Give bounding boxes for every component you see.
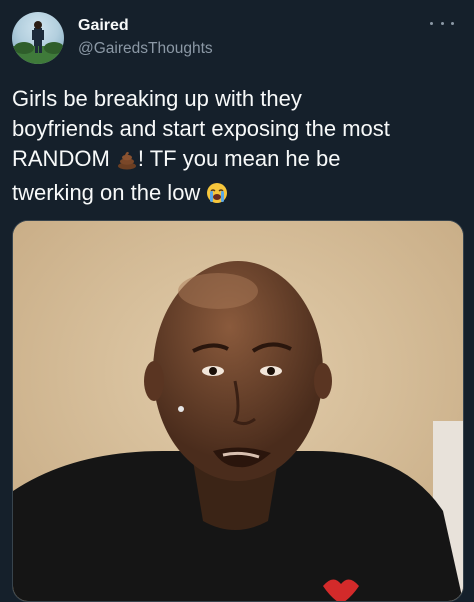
avatar[interactable] — [12, 12, 64, 64]
tweet-text: Girls be breaking up with they boyfriend… — [12, 84, 464, 212]
tweet-card: Gaired @GairedsThoughts Girls be breakin… — [0, 0, 474, 602]
loudly-crying-face-icon — [206, 182, 228, 212]
pile-of-poo-icon — [116, 148, 138, 178]
author-names: Gaired @GairedsThoughts — [78, 16, 213, 60]
tweet-line-2: boyfriends and start exposing the most — [12, 116, 390, 141]
user-handle[interactable]: @GairedsThoughts — [78, 38, 213, 60]
tweet-line-3a: RANDOM — [12, 146, 116, 171]
profile-photo-icon — [12, 21, 64, 64]
tweet-line-3b: ! TF you mean he be — [137, 146, 341, 171]
tweet-header: Gaired @GairedsThoughts — [12, 12, 462, 66]
tweet-line-4: twerking on the low — [12, 180, 207, 205]
meme-photo-icon — [13, 221, 463, 601]
tweet-line-1: Girls be breaking up with they — [12, 86, 302, 111]
tweet-media-photo[interactable] — [12, 220, 464, 602]
more-options-icon[interactable] — [430, 14, 454, 32]
display-name[interactable]: Gaired — [78, 16, 213, 36]
